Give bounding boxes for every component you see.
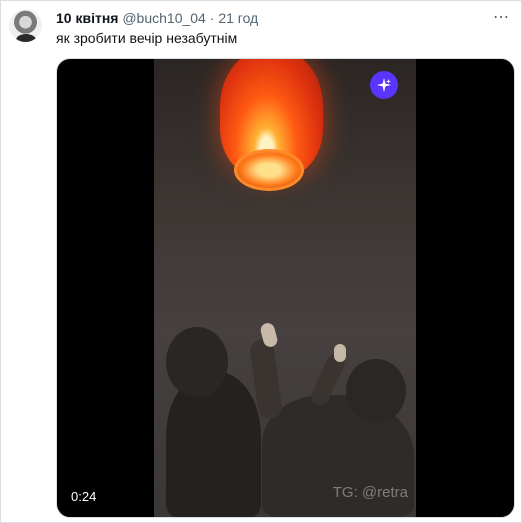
person-left-head [166, 327, 228, 397]
video-duration: 0:24 [69, 489, 99, 504]
person-left [166, 372, 261, 517]
person-right-head [346, 359, 406, 423]
tweet-card: 10 квітня @buch10_04 · 21 год ⋯ як зроби… [0, 0, 522, 523]
separator: · [209, 10, 215, 26]
tweet-header: 10 квітня @buch10_04 · 21 год [56, 10, 258, 27]
handle[interactable]: @buch10_04 [122, 10, 206, 26]
more-icon[interactable]: ⋯ [493, 7, 510, 27]
avatar[interactable] [9, 9, 42, 42]
display-name[interactable]: 10 квітня [56, 10, 118, 26]
tweet-text: як зробити вечір незабутнім [56, 30, 238, 46]
video-player[interactable]: TG: @retra 0:24 [56, 58, 515, 518]
second-hand [334, 344, 346, 362]
video-frame[interactable]: TG: @retra [154, 59, 416, 517]
sparkle-icon[interactable] [370, 71, 398, 99]
lantern-flame [234, 149, 304, 191]
video-watermark: TG: @retra [332, 484, 408, 501]
timestamp[interactable]: 21 год [218, 10, 258, 26]
